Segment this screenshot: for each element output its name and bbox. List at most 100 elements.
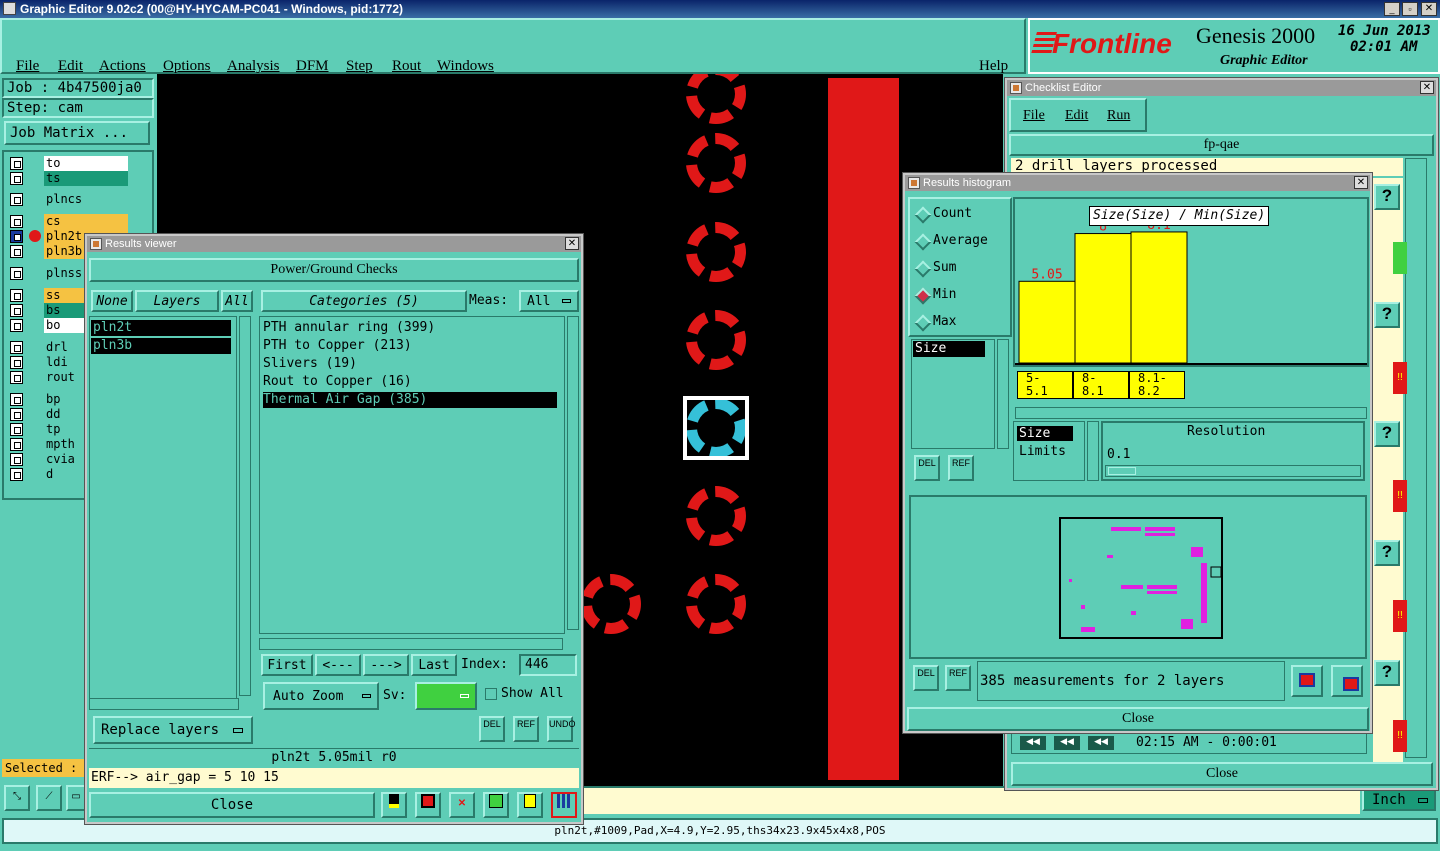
help-question-icon[interactable]: ?	[1374, 302, 1400, 328]
menu-step[interactable]: Step	[346, 58, 373, 75]
field-scrollbar[interactable]	[997, 339, 1009, 449]
zoom-to-window-icon[interactable]	[1331, 665, 1363, 697]
layer-row[interactable]: plncs	[10, 192, 128, 207]
checklist-menu-run[interactable]: Run	[1107, 108, 1130, 124]
slider-thumb[interactable]	[1108, 467, 1136, 475]
auto-zoom-select[interactable]: Auto Zoom	[263, 682, 379, 710]
histogram-hscroll[interactable]	[1015, 407, 1367, 419]
notes-icon[interactable]	[517, 792, 543, 818]
menu-dfm[interactable]: DFM	[296, 58, 329, 75]
help-question-icon[interactable]: ?	[1374, 660, 1400, 686]
menu-rout[interactable]: Rout	[392, 58, 421, 75]
menu-windows[interactable]: Windows	[437, 58, 494, 75]
prev-button[interactable]: <---	[315, 654, 361, 676]
menu-file[interactable]: File	[16, 58, 39, 75]
layer-checkbox[interactable]	[10, 393, 23, 406]
layer-checkbox[interactable]	[10, 245, 23, 258]
histogram-bar[interactable]	[1074, 233, 1132, 364]
help-question-icon[interactable]: ?	[1374, 184, 1400, 210]
report-icon[interactable]	[415, 792, 441, 818]
histogram-close-button[interactable]: Close	[907, 707, 1369, 731]
undo-icon[interactable]: UNDO	[547, 716, 576, 742]
all-button[interactable]: All	[221, 290, 253, 312]
histogram-icon[interactable]	[551, 792, 577, 818]
layer-checkbox[interactable]	[10, 172, 23, 185]
rewind-icon[interactable]: ◀◀	[1020, 736, 1046, 750]
del-icon[interactable]: DEL	[479, 716, 505, 742]
close-window-button[interactable]: ✕	[1421, 2, 1437, 16]
minimap-viewport[interactable]	[1210, 566, 1221, 578]
replace-layers-select[interactable]: Replace layers	[93, 716, 253, 744]
highlight-icon[interactable]	[381, 792, 407, 818]
layer-checkbox[interactable]	[10, 356, 23, 369]
checklist-close-button[interactable]: Close	[1011, 762, 1433, 786]
list-item-selected[interactable]: Thermal Air Gap (385)	[263, 392, 557, 408]
layer-checkbox[interactable]	[10, 319, 23, 332]
last-button[interactable]: Last	[411, 654, 457, 676]
meas-select[interactable]: All	[519, 290, 579, 312]
layer-checkbox[interactable]	[10, 193, 23, 206]
size-item[interactable]: Size	[1017, 426, 1073, 441]
layer-checkbox[interactable]	[10, 408, 23, 421]
layer-checkbox[interactable]	[10, 304, 23, 317]
ref-icon[interactable]: REF	[948, 455, 974, 481]
layer-checkbox[interactable]	[10, 371, 23, 384]
layer-checkbox[interactable]	[10, 215, 23, 228]
resolution-slider[interactable]	[1105, 465, 1361, 477]
layers-button[interactable]: Layers	[135, 290, 219, 312]
step-back-icon[interactable]: ◀◀	[1054, 736, 1080, 750]
list-item[interactable]: Slivers (19)	[263, 356, 357, 371]
layer-checkbox[interactable]	[10, 289, 23, 302]
viewer-close-button[interactable]: Close	[89, 792, 375, 818]
tool-select-icon[interactable]: ▭	[66, 785, 86, 811]
layer-checkbox[interactable]	[10, 157, 23, 170]
layer-row[interactable]: ts	[10, 171, 128, 186]
first-button[interactable]: First	[261, 654, 313, 676]
field-size-item[interactable]: Size	[913, 341, 985, 357]
close-icon[interactable]: ✕	[565, 237, 579, 250]
del-icon[interactable]: DEL	[913, 665, 939, 691]
menu-analysis[interactable]: Analysis	[227, 58, 280, 75]
limits-item[interactable]: Limits	[1019, 444, 1066, 459]
layer-checkbox[interactable]	[10, 453, 23, 466]
checklist-scrollbar[interactable]	[1405, 158, 1427, 758]
tool-zoom-icon[interactable]: ⤡	[4, 785, 30, 811]
layer-row[interactable]: cs	[10, 214, 128, 229]
compare-icon[interactable]	[483, 792, 509, 818]
layer-checkbox[interactable]	[10, 230, 23, 243]
list-item[interactable]: PTH annular ring (399)	[263, 320, 435, 335]
histogram-bar[interactable]	[1018, 280, 1076, 364]
close-icon[interactable]: ✕	[1354, 176, 1368, 189]
categories-vscroll[interactable]	[567, 316, 579, 630]
maximize-button[interactable]: ▫	[1402, 2, 1418, 16]
categories-header[interactable]: Categories (5)	[261, 290, 467, 312]
layer-checkbox[interactable]	[10, 341, 23, 354]
layer-checkbox[interactable]	[10, 267, 23, 280]
board-minimap[interactable]	[1059, 517, 1223, 639]
index-input[interactable]: 446	[519, 654, 577, 676]
categories-hscroll[interactable]	[259, 638, 563, 650]
ref-icon[interactable]: REF	[513, 716, 539, 742]
limits-scrollbar[interactable]	[1087, 421, 1099, 481]
layer-list-vscroll[interactable]	[239, 316, 251, 696]
layer-list-hscroll[interactable]	[89, 698, 239, 710]
layer-checkbox[interactable]	[10, 438, 23, 451]
zoom-to-feature-icon[interactable]	[1291, 665, 1323, 697]
show-all-checkbox[interactable]	[485, 688, 497, 700]
list-item[interactable]: Rout to Copper (16)	[263, 374, 412, 389]
checklist-menu-edit[interactable]: Edit	[1065, 108, 1088, 124]
menu-options[interactable]: Options	[163, 58, 211, 75]
menu-help[interactable]: Help	[979, 58, 1008, 75]
layer-checkbox[interactable]	[10, 423, 23, 436]
none-button[interactable]: None	[91, 290, 133, 312]
tool-measure-icon[interactable]: ⟋	[36, 785, 62, 811]
list-item[interactable]: PTH to Copper (213)	[263, 338, 412, 353]
list-item[interactable]: pln3b	[91, 338, 231, 354]
layer-row[interactable]: to	[10, 156, 128, 171]
units-select[interactable]: Inch	[1362, 789, 1436, 811]
sv-color-select[interactable]	[415, 682, 477, 710]
layer-checkbox[interactable]	[10, 468, 23, 481]
checklist-menu-file[interactable]: File	[1023, 108, 1045, 124]
job-matrix-button[interactable]: Job Matrix ...	[4, 121, 150, 145]
histogram-bar[interactable]	[1130, 231, 1188, 364]
